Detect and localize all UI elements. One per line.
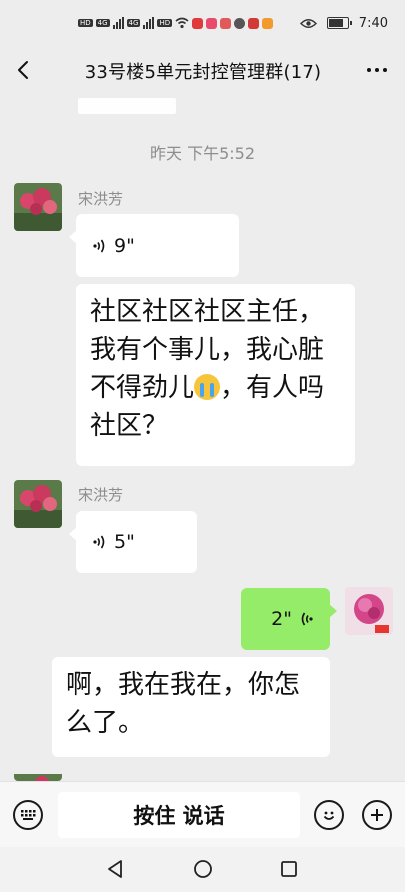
voice-duration: 2" [271,608,292,630]
message-text: 啊，我在我在，你怎么了。 [66,670,301,738]
battery-icon [326,17,352,29]
status-bar: HD 4G 4G HD 7:40 [0,0,405,46]
avatar[interactable] [14,770,62,781]
previous-message-fragment [78,98,176,114]
status-icons-left: HD 4G 4G HD [78,13,274,33]
app-notification-icon-4 [234,17,246,29]
text-message[interactable]: 社区社区社区主任，我有个事儿，我心脏不得劲儿 ，有人吗社区？ [76,284,355,466]
sender-name: 宋洪芳 [78,486,124,504]
voice-duration: 9" [114,234,135,257]
chat-header: 33号楼5单元封控管理群(17) [0,46,405,98]
voice-message[interactable]: 5" [69,511,197,573]
status-icons-right: 7:40 [299,13,388,33]
hd-badge: HD [78,19,93,27]
more-options-icon[interactable] [363,58,391,82]
system-navigation-bar [0,847,405,892]
hd-badge-2: HD [157,19,173,27]
smiley-icon [323,811,335,820]
outgoing-voice-message[interactable]: 2" [241,588,337,650]
sender-name: 宋洪芳 [78,190,124,208]
keyboard-icon [21,810,36,820]
recents-square-icon[interactable] [280,859,298,879]
voice-duration: 5" [114,531,135,553]
back-triangle-icon[interactable] [106,859,124,879]
clock: 7:40 [358,15,388,31]
avatar[interactable] [14,480,62,528]
voice-wave-icon [301,612,313,626]
eye-icon [299,18,317,28]
avatar[interactable] [14,183,62,231]
my-avatar[interactable] [345,587,393,635]
chat-title: 33号楼5单元封控管理群(17) [84,62,322,83]
voice-wave-icon [93,239,105,252]
network-badge-2: 4G [126,19,141,27]
crying-emoji-icon [194,374,221,400]
app-notification-icon [192,17,204,29]
message-timestamp: 昨天 下午5:52 [149,144,256,163]
keyboard-toggle-button[interactable] [13,800,43,830]
signal-icon [112,17,124,29]
back-arrow-icon[interactable] [12,58,36,82]
voice-wave-icon [93,535,105,549]
voice-message[interactable]: 9" [69,214,239,277]
hold-to-talk-button[interactable]: 按住 说话 [58,792,300,838]
signal-icon-2 [143,17,155,29]
emoji-button[interactable] [314,800,344,830]
wifi-icon [175,17,189,29]
app-notification-icon-5 [248,17,260,29]
more-functions-button[interactable] [362,800,392,830]
plus-icon [371,809,383,821]
text-message[interactable]: 啊，我在我在，你怎么了。 [52,657,330,757]
app-notification-icon-3 [220,17,232,29]
app-notification-icon-6 [262,17,274,29]
app-notification-icon-2 [206,17,218,29]
input-bar: 按住 说话 [0,781,405,848]
home-circle-icon[interactable] [193,859,213,879]
network-badge: 4G [95,19,110,27]
